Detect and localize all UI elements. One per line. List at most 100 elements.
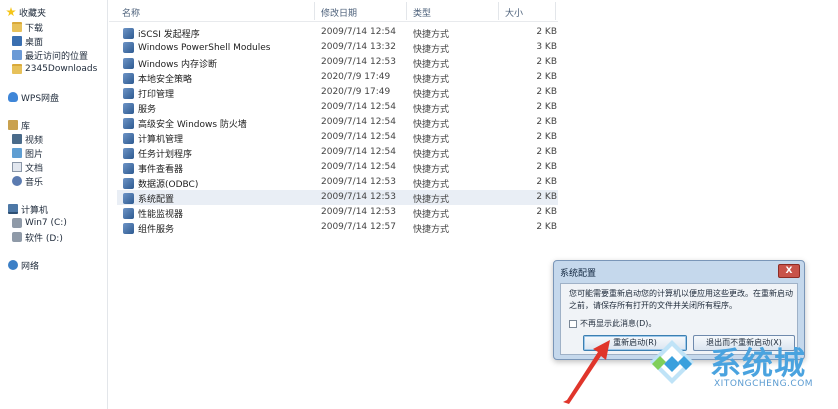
library-icon bbox=[8, 120, 18, 130]
file-name: 数据源(ODBC) bbox=[138, 180, 199, 190]
nav-item-recent[interactable]: 最近访问的位置 bbox=[12, 48, 88, 62]
nav-item-desktop[interactable]: 桌面 bbox=[12, 34, 43, 48]
nav-library[interactable]: 库 bbox=[8, 118, 30, 132]
file-name: 计算机管理 bbox=[138, 135, 184, 145]
dont-show-again-checkbox[interactable]: 不再显示此消息(D)。 bbox=[569, 318, 656, 329]
nav-item-pictures[interactable]: 图片 bbox=[12, 146, 43, 160]
nav-computer[interactable]: 计算机 bbox=[8, 202, 48, 216]
file-row[interactable]: 组件服务 2009/7/14 12:57 快捷方式 2 KB bbox=[117, 220, 558, 235]
nav-item-documents[interactable]: 文档 bbox=[12, 160, 43, 174]
cloud-icon bbox=[8, 92, 18, 102]
file-type: 快捷方式 bbox=[413, 225, 450, 235]
column-divider[interactable] bbox=[555, 2, 556, 20]
nav-item-videos[interactable]: 视频 bbox=[12, 132, 43, 146]
file-row[interactable]: 性能监视器 2009/7/14 12:53 快捷方式 2 KB bbox=[117, 205, 558, 220]
dialog-close-button[interactable]: X bbox=[778, 264, 800, 278]
nav-favorites[interactable]: 收藏夹 bbox=[6, 5, 46, 19]
column-divider[interactable] bbox=[498, 2, 499, 20]
file-date: 2009/7/14 12:53 bbox=[321, 177, 396, 187]
file-row-selected[interactable]: 系统配置 2009/7/14 12:53 快捷方式 2 KB bbox=[117, 190, 558, 205]
navigation-pane: 收藏夹 下载 桌面 最近访问的位置 2345Downloads WPS网盘 库 … bbox=[0, 0, 108, 409]
nav-item-downloads[interactable]: 下载 bbox=[12, 20, 43, 34]
file-size: 3 KB bbox=[536, 42, 557, 52]
file-name: Windows 内存诊断 bbox=[138, 60, 218, 70]
file-row[interactable]: 任务计划程序 2009/7/14 12:54 快捷方式 2 KB bbox=[117, 145, 558, 160]
watermark-logo-icon bbox=[650, 340, 694, 384]
file-row[interactable]: 服务 2009/7/14 12:54 快捷方式 2 KB bbox=[117, 100, 558, 115]
checkbox-box[interactable] bbox=[569, 319, 577, 328]
file-name: 打印管理 bbox=[138, 90, 175, 100]
watermark-site: XITONGCHENG.COM bbox=[714, 379, 814, 389]
services-icon bbox=[123, 103, 134, 114]
nav-item-music[interactable]: 音乐 bbox=[12, 174, 43, 188]
nav-item-label: 下载 bbox=[25, 23, 44, 34]
file-name: 本地安全策略 bbox=[138, 75, 193, 85]
file-type: 快捷方式 bbox=[413, 60, 450, 70]
task-scheduler-icon bbox=[123, 148, 134, 159]
file-type: 快捷方式 bbox=[413, 150, 450, 160]
file-name: 高级安全 Windows 防火墙 bbox=[138, 120, 247, 130]
nav-item-label: 2345Downloads bbox=[25, 64, 98, 74]
file-name: 服务 bbox=[138, 105, 157, 115]
memory-diagnostic-icon bbox=[123, 58, 134, 69]
file-size: 2 KB bbox=[536, 117, 557, 127]
column-name[interactable]: 名称 bbox=[122, 6, 140, 19]
column-divider[interactable] bbox=[314, 2, 315, 20]
file-row[interactable]: Windows PowerShell Modules 2009/7/14 13:… bbox=[117, 40, 558, 55]
file-date: 2009/7/14 12:54 bbox=[321, 132, 396, 142]
checkbox-label: 不再显示此消息(D)。 bbox=[580, 319, 657, 328]
event-viewer-icon bbox=[123, 163, 134, 174]
file-date: 2009/7/14 12:53 bbox=[321, 207, 396, 217]
file-type: 快捷方式 bbox=[413, 45, 450, 55]
file-type: 快捷方式 bbox=[413, 135, 450, 145]
file-size: 2 KB bbox=[536, 192, 557, 202]
nav-item-label: 音乐 bbox=[25, 177, 44, 188]
performance-monitor-icon bbox=[123, 208, 134, 219]
column-size[interactable]: 大小 bbox=[505, 6, 523, 19]
file-size: 2 KB bbox=[536, 177, 557, 187]
powershell-icon bbox=[123, 42, 134, 53]
nav-item-label: Win7 (C:) bbox=[25, 218, 67, 228]
column-type[interactable]: 类型 bbox=[413, 6, 431, 19]
music-icon bbox=[12, 176, 22, 186]
file-row[interactable]: 数据源(ODBC) 2009/7/14 12:53 快捷方式 2 KB bbox=[117, 175, 558, 190]
nav-wps-label: WPS网盘 bbox=[21, 93, 60, 104]
file-row[interactable]: Windows 内存诊断 2009/7/14 12:53 快捷方式 2 KB bbox=[117, 55, 558, 70]
video-icon bbox=[12, 134, 22, 144]
file-date: 2009/7/14 12:54 bbox=[321, 162, 396, 172]
nav-wps-cloud[interactable]: WPS网盘 bbox=[8, 90, 59, 104]
recent-places-icon bbox=[12, 50, 22, 60]
picture-icon bbox=[12, 148, 22, 158]
download-folder-icon bbox=[12, 22, 22, 32]
nav-network-label: 网络 bbox=[21, 261, 40, 272]
file-row[interactable]: 事件查看器 2009/7/14 12:54 快捷方式 2 KB bbox=[117, 160, 558, 175]
iscsi-icon bbox=[123, 28, 134, 39]
file-row[interactable]: 计算机管理 2009/7/14 12:54 快捷方式 2 KB bbox=[117, 130, 558, 145]
file-row[interactable]: 本地安全策略 2020/7/9 17:49 快捷方式 2 KB bbox=[117, 70, 558, 85]
security-policy-icon bbox=[123, 73, 134, 84]
column-date[interactable]: 修改日期 bbox=[321, 6, 357, 19]
file-row[interactable]: iSCSI 发起程序 2009/7/14 12:54 快捷方式 2 KB bbox=[117, 25, 558, 40]
file-size: 2 KB bbox=[536, 132, 557, 142]
nav-item-drive-d[interactable]: 软件 (D:) bbox=[12, 230, 63, 244]
folder-icon bbox=[12, 64, 22, 74]
column-divider[interactable] bbox=[406, 2, 407, 20]
file-date: 2009/7/14 12:53 bbox=[321, 192, 396, 202]
file-row[interactable]: 打印管理 2020/7/9 17:49 快捷方式 2 KB bbox=[117, 85, 558, 100]
nav-item-2345downloads[interactable]: 2345Downloads bbox=[12, 62, 97, 76]
nav-item-label: 图片 bbox=[25, 149, 44, 160]
file-size: 2 KB bbox=[536, 222, 557, 232]
file-name: iSCSI 发起程序 bbox=[138, 30, 200, 40]
computer-icon bbox=[8, 204, 18, 214]
nav-network[interactable]: 网络 bbox=[8, 258, 39, 272]
file-size: 2 KB bbox=[536, 102, 557, 112]
file-date: 2009/7/14 12:57 bbox=[321, 222, 396, 232]
file-row[interactable]: 高级安全 Windows 防火墙 2009/7/14 12:54 快捷方式 2 … bbox=[117, 115, 558, 130]
file-date: 2009/7/14 12:53 bbox=[321, 57, 396, 67]
nav-item-drive-c[interactable]: Win7 (C:) bbox=[12, 216, 67, 230]
component-services-icon bbox=[123, 223, 134, 234]
file-name: 任务计划程序 bbox=[138, 150, 193, 160]
file-size: 2 KB bbox=[536, 72, 557, 82]
file-name: 事件查看器 bbox=[138, 165, 184, 175]
file-type: 快捷方式 bbox=[413, 75, 450, 85]
